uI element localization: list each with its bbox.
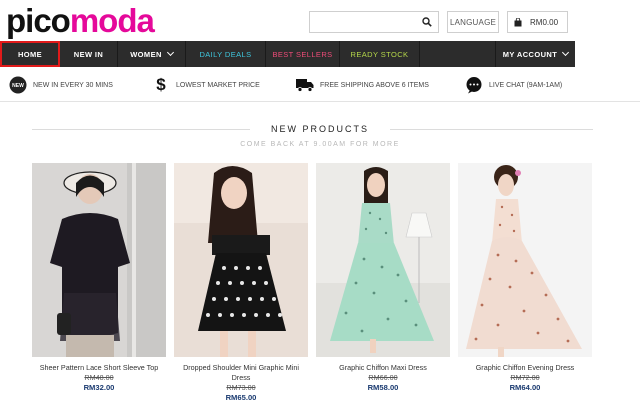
feature-text: NEW IN EVERY 30 MINS: [33, 81, 113, 89]
site-logo[interactable]: picomoda: [6, 2, 155, 39]
section-subtitle: COME BACK AT 9.00AM FOR MORE: [240, 141, 400, 148]
section-title: NEW PRODUCTS: [271, 124, 369, 134]
product-name[interactable]: Dropped Shoulder Mini Graphic Mini Dress: [174, 363, 308, 383]
feature-free-shipping: FREE SHIPPING ABOVE 6 ITEMS: [296, 70, 429, 100]
logo-text-pico: pico: [6, 2, 71, 39]
main-navigation: HOME NEW IN WOMEN DAILY DEALS BEST SELLE…: [0, 41, 575, 67]
dollar-icon: $: [156, 75, 166, 94]
nav-new-in-label: NEW IN: [73, 49, 104, 59]
feature-live-chat: LIVE CHAT (9AM-1AM): [465, 70, 562, 100]
shopping-bag-icon: [514, 17, 522, 26]
chevron-down-icon: [562, 48, 570, 57]
product-name[interactable]: Sheer Pattern Lace Short Sleeve Top: [32, 363, 166, 373]
product-old-price: RM72.00: [510, 373, 540, 382]
product-name[interactable]: Graphic Chiffon Evening Dress: [458, 363, 592, 373]
truck-icon: [296, 76, 314, 94]
new-badge-icon: NEW: [9, 76, 27, 94]
feature-text: LOWEST MARKET PRICE: [176, 81, 260, 89]
chat-bubble-icon: [465, 76, 483, 94]
feature-text: FREE SHIPPING ABOVE 6 ITEMS: [320, 81, 429, 89]
nav-women-label: WOMEN: [130, 49, 162, 59]
nav-my-account[interactable]: MY ACCOUNT: [495, 41, 575, 67]
cart-total: RM0.00: [530, 17, 559, 27]
product-card[interactable]: Sheer Pattern Lace Short Sleeve Top RM48…: [32, 163, 166, 393]
nav-daily-deals-label: DAILY DEALS: [199, 49, 252, 59]
product-price: RM65.00: [225, 393, 257, 402]
product-image[interactable]: [32, 163, 166, 357]
nav-new-in[interactable]: NEW IN: [60, 41, 118, 67]
product-old-price: RM48.00: [84, 373, 114, 382]
search-icon: [422, 17, 432, 27]
product-price: RM64.00: [509, 383, 541, 392]
product-image[interactable]: [316, 163, 450, 357]
search-button[interactable]: [416, 12, 438, 32]
feature-new-in: NEW NEW IN EVERY 30 MINS: [9, 70, 113, 100]
product-price: RM32.00: [83, 383, 115, 392]
product-name[interactable]: Graphic Chiffon Maxi Dress: [316, 363, 450, 373]
product-card[interactable]: Dropped Shoulder Mini Graphic Mini Dress…: [174, 163, 308, 403]
product-old-price: RM66.00: [368, 373, 398, 382]
nav-ready-stock[interactable]: READY STOCK: [340, 41, 420, 67]
svg-text:NEW: NEW: [12, 83, 24, 89]
product-card[interactable]: Graphic Chiffon Evening Dress RM72.00 RM…: [458, 163, 592, 393]
search-input[interactable]: [309, 11, 439, 33]
cart-button[interactable]: RM0.00: [507, 11, 568, 33]
product-card[interactable]: Graphic Chiffon Maxi Dress RM66.00 RM58.…: [316, 163, 450, 393]
nav-best-sellers-label: BEST SELLERS: [272, 49, 333, 59]
nav-best-sellers[interactable]: BEST SELLERS: [266, 41, 340, 67]
nav-daily-deals[interactable]: DAILY DEALS: [186, 41, 266, 67]
logo-text-moda: moda: [69, 2, 155, 39]
feature-text: LIVE CHAT (9AM-1AM): [489, 81, 563, 89]
feature-bar: NEW NEW IN EVERY 30 MINS $ LOWEST MARKET…: [0, 70, 640, 102]
nav-my-account-label: MY ACCOUNT: [502, 49, 558, 59]
product-price: RM58.00: [367, 383, 399, 392]
nav-ready-stock-label: READY STOCK: [350, 49, 409, 59]
product-image[interactable]: [458, 163, 592, 357]
nav-home-label: HOME: [17, 49, 43, 59]
nav-home[interactable]: HOME: [0, 41, 60, 67]
product-image[interactable]: [174, 163, 308, 357]
feature-lowest-price: $ LOWEST MARKET PRICE: [152, 70, 260, 100]
product-old-price: RM73.00: [226, 383, 256, 392]
language-button[interactable]: LANGUAGE: [447, 11, 499, 33]
nav-women[interactable]: WOMEN: [118, 41, 186, 67]
chevron-down-icon: [166, 48, 174, 57]
